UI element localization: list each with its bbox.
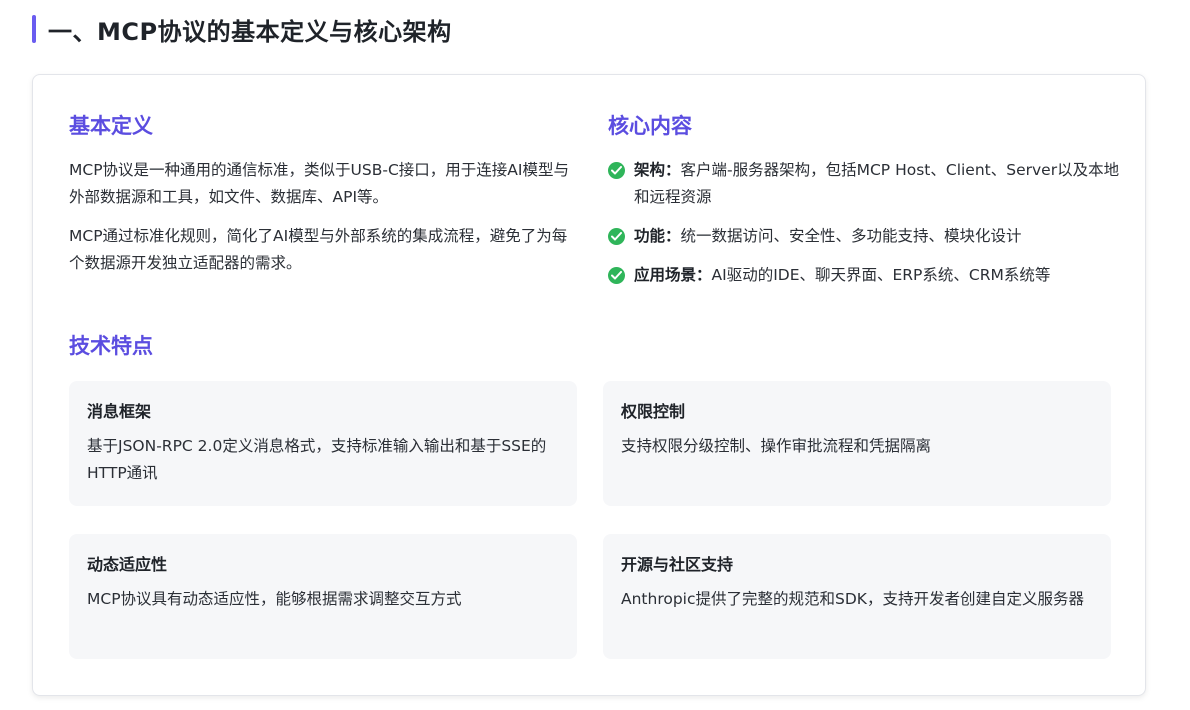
feature-title: 动态适应性 xyxy=(87,555,168,574)
core-item-function: 功能：统一数据访问、安全性、多功能支持、模块化设计 xyxy=(608,223,1128,250)
core-column: 核心内容 架构：客户端-服务器架构，包括MCP Host、Client、Serv… xyxy=(608,111,1128,301)
core-item-label: 架构： xyxy=(634,161,681,179)
definition-paragraph: MCP通过标准化规则，简化了AI模型与外部系统的集成流程，避免了为每个数据源开发… xyxy=(69,227,568,272)
core-item-body: 架构：客户端-服务器架构，包括MCP Host、Client、Server以及本… xyxy=(634,157,1128,211)
feature-title: 消息框架 xyxy=(87,402,152,421)
core-item-body: 应用场景：AI驱动的IDE、聊天界面、ERP系统、CRM系统等 xyxy=(634,262,1050,289)
core-item-label: 应用场景： xyxy=(634,266,712,284)
section-title: 一、MCP协议的基本定义与核心架构 xyxy=(32,12,452,46)
feature-card-dynamic-adaptability: 动态适应性 MCP协议具有动态适应性，能够根据需求调整交互方式 xyxy=(69,534,577,659)
core-item-text: AI驱动的IDE、聊天界面、ERP系统、CRM系统等 xyxy=(711,266,1051,284)
feature-title: 权限控制 xyxy=(621,402,686,421)
definition-paragraph: MCP协议是一种通用的通信标准，类似于USB-C接口，用于连接AI模型与外部数据… xyxy=(69,161,569,206)
core-heading: 核心内容 xyxy=(608,114,692,138)
feature-title: 开源与社区支持 xyxy=(621,555,734,574)
core-item-text: 客户端-服务器架构，包括MCP Host、Client、Server以及本地和远… xyxy=(634,161,1120,206)
core-item-architecture: 架构：客户端-服务器架构，包括MCP Host、Client、Server以及本… xyxy=(608,157,1128,211)
feature-card-permission-control: 权限控制 支持权限分级控制、操作审批流程和凭据隔离 xyxy=(603,381,1111,506)
tech-heading: 技术特点 xyxy=(69,334,153,358)
feature-desc: Anthropic提供了完整的规范和SDK，支持开发者创建自定义服务器 xyxy=(621,590,1084,608)
check-circle-icon xyxy=(608,162,625,179)
content-card: 基本定义 MCP协议是一种通用的通信标准，类似于USB-C接口，用于连接AI模型… xyxy=(32,74,1146,696)
check-circle-icon xyxy=(608,228,625,245)
check-circle-icon xyxy=(608,267,625,284)
feature-desc: MCP协议具有动态适应性，能够根据需求调整交互方式 xyxy=(87,590,462,608)
core-item-label: 功能： xyxy=(634,227,681,245)
page: 一、MCP协议的基本定义与核心架构 基本定义 MCP协议是一种通用的通信标准，类… xyxy=(0,0,1190,710)
definition-column: 基本定义 MCP协议是一种通用的通信标准，类似于USB-C接口，用于连接AI模型… xyxy=(69,111,569,289)
feature-card-message-framework: 消息框架 基于JSON-RPC 2.0定义消息格式，支持标准输入输出和基于SSE… xyxy=(69,381,577,506)
definition-heading: 基本定义 xyxy=(69,114,153,138)
core-item-text: 统一数据访问、安全性、多功能支持、模块化设计 xyxy=(680,227,1022,245)
feature-desc: 基于JSON-RPC 2.0定义消息格式，支持标准输入输出和基于SSE的HTTP… xyxy=(87,437,547,482)
core-item-scenarios: 应用场景：AI驱动的IDE、聊天界面、ERP系统、CRM系统等 xyxy=(608,262,1128,289)
feature-desc: 支持权限分级控制、操作审批流程和凭据隔离 xyxy=(621,437,932,455)
title-accent-bar xyxy=(32,15,36,43)
feature-card-open-source: 开源与社区支持 Anthropic提供了完整的规范和SDK，支持开发者创建自定义… xyxy=(603,534,1111,659)
core-item-body: 功能：统一数据访问、安全性、多功能支持、模块化设计 xyxy=(634,223,1022,250)
page-title: 一、MCP协议的基本定义与核心架构 xyxy=(48,17,452,46)
